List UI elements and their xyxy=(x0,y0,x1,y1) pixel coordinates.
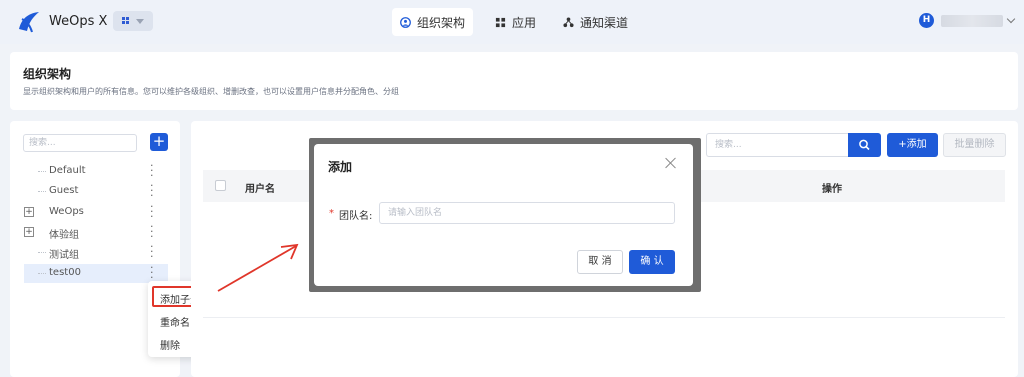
page-title: 组织架构 xyxy=(23,67,72,81)
channel-icon xyxy=(563,16,574,27)
nav-tab-channels[interactable]: 通知渠道 xyxy=(555,8,636,36)
column-header-actions: 操作 xyxy=(822,184,842,195)
cancel-button[interactable]: 取 消 xyxy=(577,250,623,274)
tree-search-input[interactable]: 搜索... xyxy=(23,134,137,152)
tree-item-label: 测试组 xyxy=(49,250,79,261)
tree-item-weops[interactable]: + WeOps · · · xyxy=(24,201,168,222)
close-icon[interactable] xyxy=(664,156,678,170)
page-header: 组织架构 显示组织架构和用户的所有信息。您可以维护各级组织、增删改查，也可以设置… xyxy=(10,52,1018,110)
chevron-down-icon[interactable] xyxy=(1006,14,1016,24)
required-mark: * xyxy=(329,208,334,219)
tree-item-test00[interactable]: test00 · · · xyxy=(24,262,168,283)
batch-delete-button[interactable]: 批量删除 xyxy=(943,133,1006,157)
more-icon[interactable]: · · · xyxy=(150,241,154,262)
tree-item-label: 体验组 xyxy=(49,230,79,241)
org-icon xyxy=(400,16,411,28)
tree-item-label: Guest xyxy=(49,185,79,196)
search-icon xyxy=(859,139,870,151)
team-name-label: 团队名: xyxy=(339,211,373,222)
user-search-input[interactable]: 搜索... xyxy=(706,133,848,157)
tree-item-label: WeOps xyxy=(49,206,84,217)
more-icon[interactable]: · · · xyxy=(150,201,154,222)
nav-tab-label: 通知渠道 xyxy=(580,15,629,30)
top-bar: WeOps X 组织架构 应用 通知渠道 H xyxy=(0,0,1024,44)
grid-icon xyxy=(122,17,130,25)
divider xyxy=(203,317,1005,318)
select-all-checkbox[interactable] xyxy=(215,180,226,191)
apps-icon xyxy=(495,17,506,27)
nav-tab-label: 应用 xyxy=(512,15,537,30)
team-name-input[interactable]: 请输入团队名 xyxy=(379,202,675,224)
page-description: 显示组织架构和用户的所有信息。您可以维护各级组织、增删改查，也可以设置用户信息并… xyxy=(23,87,399,96)
tree-item-default[interactable]: Default · · · xyxy=(24,160,168,181)
app-switcher-button[interactable] xyxy=(113,11,153,31)
more-icon[interactable]: · · · xyxy=(150,180,154,201)
tree-item-trial-group[interactable]: + 体验组 · · · xyxy=(24,221,168,242)
weops-logo-icon xyxy=(19,12,39,33)
avatar[interactable]: H xyxy=(919,13,934,28)
confirm-button[interactable]: 确 认 xyxy=(629,250,675,274)
menu-item-rename[interactable]: 重命名 xyxy=(160,314,190,329)
expand-icon[interactable]: + xyxy=(24,227,34,237)
search-button[interactable] xyxy=(848,133,881,157)
menu-item-delete[interactable]: 删除 xyxy=(160,337,180,352)
nav-tab-label: 组织架构 xyxy=(417,15,466,30)
column-header-username: 用户名 xyxy=(245,184,275,195)
more-icon[interactable]: · · · xyxy=(150,160,154,181)
username-blurred[interactable] xyxy=(941,15,1003,27)
tree-item-label: Default xyxy=(49,165,86,176)
more-icon[interactable]: · · · xyxy=(150,262,154,283)
more-icon[interactable]: · · · xyxy=(150,221,154,242)
tree-add-button[interactable]: + xyxy=(150,133,168,151)
nav-tab-org[interactable]: 组织架构 xyxy=(392,8,474,36)
add-user-button[interactable]: +添加 xyxy=(887,133,938,157)
tree-item-test-group[interactable]: 测试组 · · · xyxy=(24,241,168,262)
app-name: WeOps X xyxy=(49,14,108,29)
expand-icon[interactable]: + xyxy=(24,207,34,217)
tree-item-label: test00 xyxy=(49,267,81,278)
dialog-title: 添加 xyxy=(328,160,353,174)
tree-item-guest[interactable]: Guest · · · xyxy=(24,180,168,201)
chevron-down-icon xyxy=(136,19,144,24)
nav-tab-apps[interactable]: 应用 xyxy=(487,8,544,36)
